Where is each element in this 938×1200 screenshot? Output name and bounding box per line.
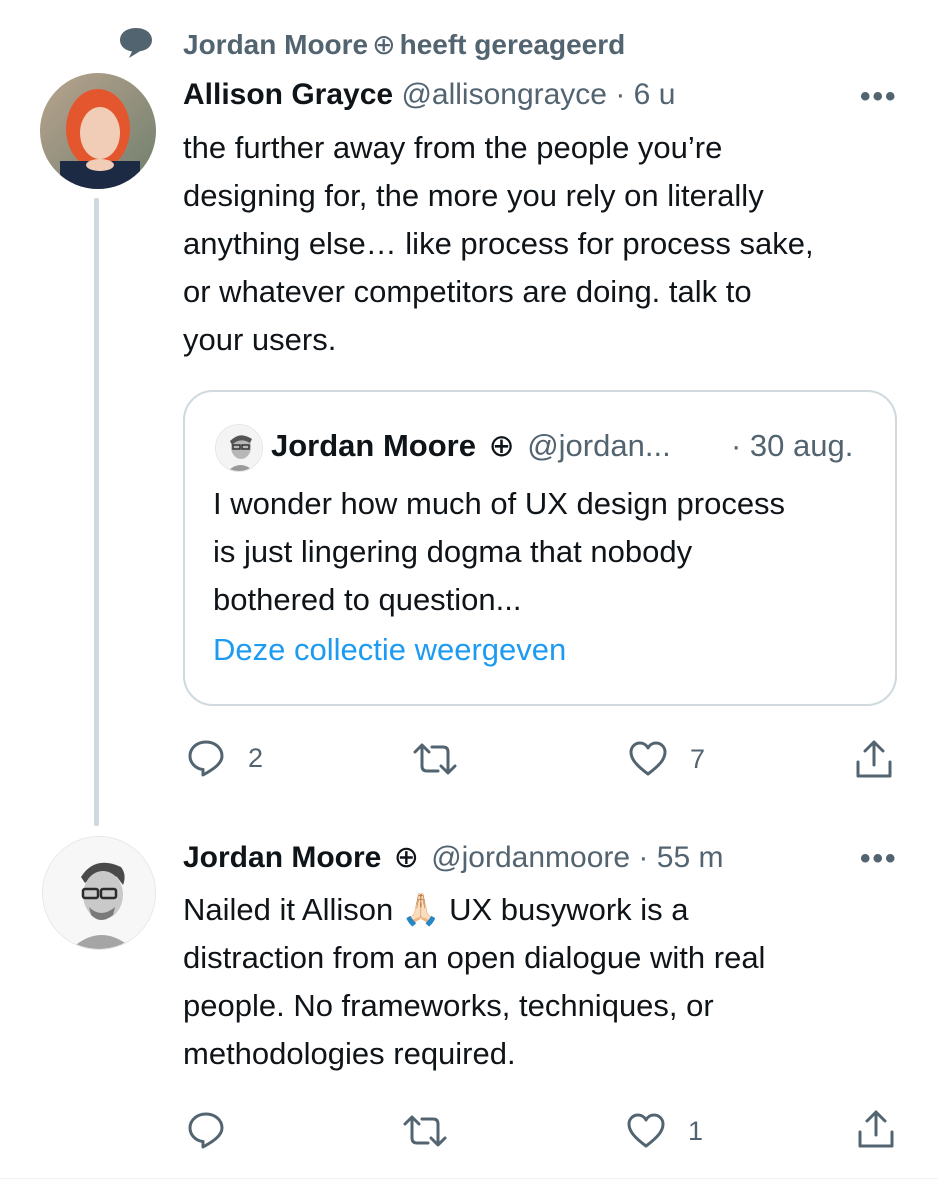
quote-text: I wonder how much of UX design process i… [213,486,786,617]
quote-avatar [215,424,263,472]
tweet-text: the further away from the people you’re … [183,130,814,357]
reply-button[interactable] [186,1110,248,1150]
share-button[interactable] [856,1108,896,1150]
more-options-icon[interactable]: ••• [860,80,898,114]
retweet-button[interactable] [402,1114,470,1148]
heart-icon [629,741,667,776]
context-action: heeft gereageerd [399,29,626,60]
author-name[interactable]: Allison Grayce [183,78,393,111]
like-button[interactable]: 7 [628,740,705,778]
share-icon [856,740,892,778]
separator-dot: · [615,78,626,111]
avatar[interactable] [42,836,156,950]
author-handle[interactable]: @allisongrayce [401,78,607,111]
badge-icon: ⊕ [372,29,396,60]
quote-author-handle: @jordan... [527,428,671,463]
retweet-icon [403,1115,447,1147]
quote-tweet-card[interactable]: Jordan Moore ⊕ @jordan... · 30 aug. I wo… [183,390,897,706]
share-button[interactable] [854,738,894,780]
avatar[interactable] [40,73,156,189]
separator-dot: · [638,841,649,874]
quote-timestamp: · 30 aug. [731,428,854,463]
reply-icon [188,740,224,777]
timestamp[interactable]: 6 u [634,78,676,111]
tweet-text: Nailed it Allison 🙏🏻 UX busywork is a di… [183,886,903,1078]
tweet-header: Jordan Moore ⊕ @jordanmoore · 55 m [183,840,723,875]
share-icon [858,1110,894,1148]
author-handle[interactable]: @jordanmoore [431,841,630,874]
like-count: 1 [688,1115,704,1146]
author-name[interactable]: Jordan Moore [183,841,381,874]
speech-bubble-icon [118,26,154,60]
retweet-button[interactable] [412,742,480,776]
reply-button[interactable]: 2 [186,738,263,778]
heart-icon [627,1113,665,1148]
tweet-text-start: Nailed it Allison [183,892,402,927]
reply-icon [188,1112,224,1149]
like-count: 7 [690,743,706,774]
bottom-divider [0,1178,938,1179]
folded-hands-emoji: 🙏🏻 [401,892,441,927]
view-collection-link[interactable]: Deze collectie weergeven [213,632,566,668]
like-button[interactable]: 1 [626,1112,703,1150]
quote-author-name: Jordan Moore [271,428,476,463]
thread-connector [94,198,99,826]
timestamp[interactable]: 55 m [657,841,724,874]
quote-header: Jordan Moore ⊕ @jordan... [271,428,671,464]
reply-count: 2 [248,742,264,773]
more-options-icon[interactable]: ••• [860,842,898,876]
social-context[interactable]: Jordan Moore ⊕ heeft gereageerd [183,28,625,61]
context-name: Jordan Moore [183,29,369,60]
tweet-header: Allison Grayce @allisongrayce · 6 u [183,78,675,112]
retweet-icon [413,743,457,775]
badge-icon: ⊕ [393,841,419,874]
badge-icon: ⊕ [488,428,515,463]
